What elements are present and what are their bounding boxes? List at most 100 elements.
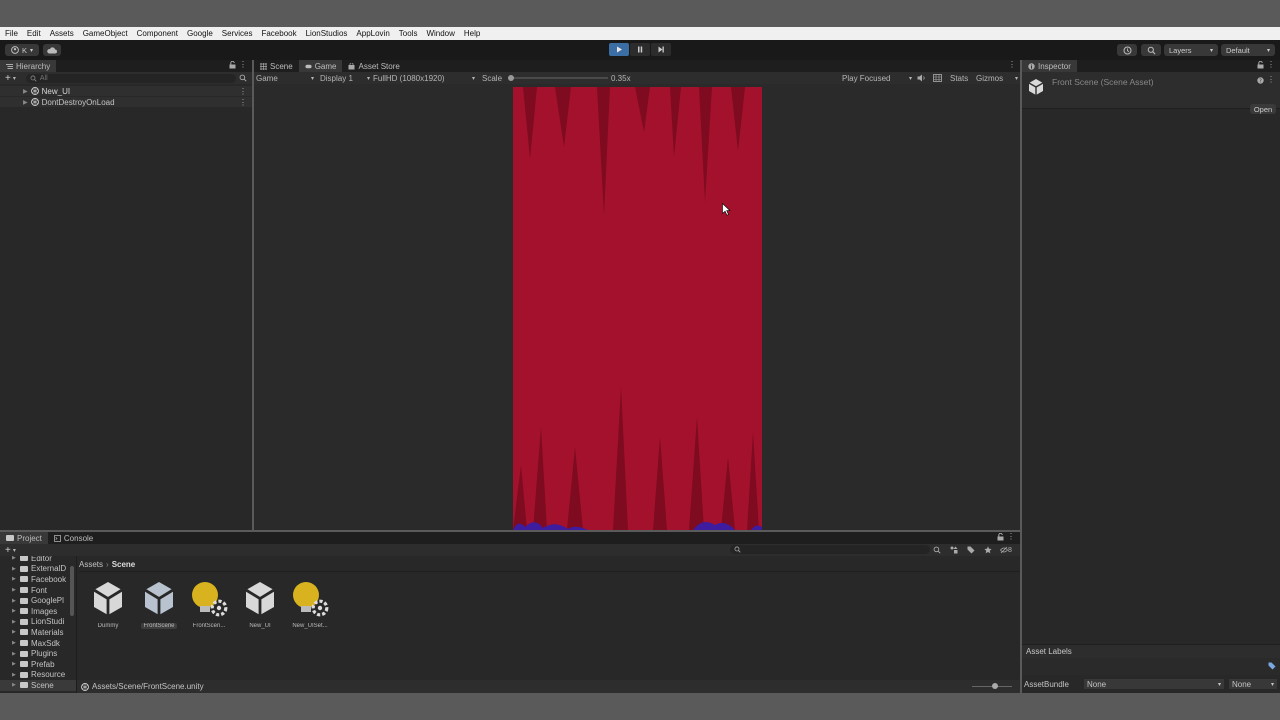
- more-icon[interactable]: ⋮: [1008, 60, 1016, 69]
- pause-button[interactable]: [630, 43, 650, 56]
- expand-arrow-icon[interactable]: ▶: [12, 556, 20, 561]
- favorite-icon[interactable]: [984, 546, 992, 554]
- folder-tree-item[interactable]: ▶ Resource: [0, 670, 76, 681]
- more-icon[interactable]: ⋮: [1007, 532, 1015, 541]
- asset-item[interactable]: Dummy: [85, 580, 131, 629]
- tab-project[interactable]: Project: [0, 532, 48, 544]
- expand-arrow-icon[interactable]: ▶: [23, 88, 28, 95]
- chevron-down-icon[interactable]: ▾: [13, 75, 16, 82]
- scene-search-icon[interactable]: [239, 74, 247, 82]
- menu-item-file[interactable]: File: [5, 29, 18, 38]
- hierarchy-item[interactable]: ▶ New_UI ⋮: [0, 86, 252, 96]
- expand-arrow-icon[interactable]: ▶: [12, 587, 20, 593]
- history-button[interactable]: [1117, 44, 1137, 56]
- tag-icon[interactable]: [1268, 662, 1276, 670]
- add-icon[interactable]: +: [5, 545, 11, 556]
- more-icon[interactable]: ⋮: [239, 98, 247, 107]
- scale-slider[interactable]: [508, 75, 608, 81]
- open-button[interactable]: Open: [1250, 104, 1276, 114]
- step-button[interactable]: [651, 43, 671, 56]
- tab-asset-store[interactable]: Asset Store: [342, 60, 405, 72]
- play-focused-dropdown[interactable]: Play Focused ▾: [842, 72, 912, 84]
- layers-dropdown[interactable]: Layers ▾: [1164, 44, 1218, 56]
- menu-item-edit[interactable]: Edit: [27, 29, 41, 38]
- tab-game[interactable]: Game: [298, 60, 343, 72]
- expand-arrow-icon[interactable]: ▶: [12, 566, 20, 572]
- expand-arrow-icon[interactable]: ▶: [12, 661, 20, 667]
- folder-tree-item[interactable]: ▶ Images: [0, 606, 76, 617]
- asset-item[interactable]: New_UISet...: [287, 580, 333, 629]
- hierarchy-search-input[interactable]: All: [25, 73, 236, 83]
- folder-tree-item[interactable]: ▶ GooglePl: [0, 595, 76, 606]
- more-icon[interactable]: ⋮: [239, 60, 247, 69]
- grid-icon[interactable]: [933, 74, 942, 82]
- search-button[interactable]: [1141, 44, 1161, 56]
- menu-item-facebook[interactable]: Facebook: [261, 29, 296, 38]
- display-dropdown[interactable]: Display 1 ▾: [320, 72, 370, 84]
- folder-tree-item[interactable]: ▶ Editor: [0, 556, 76, 564]
- icon-size-slider-thumb[interactable]: [992, 683, 998, 689]
- more-icon[interactable]: ⋮: [239, 87, 247, 96]
- tab-scene[interactable]: Scene: [254, 60, 299, 72]
- expand-arrow-icon[interactable]: ▶: [12, 629, 20, 635]
- folder-tree-item[interactable]: ▶ Materials: [0, 627, 76, 638]
- menu-item-lionstudios[interactable]: LionStudios: [306, 29, 348, 38]
- assetbundle-variant-dropdown[interactable]: None ▾: [1229, 679, 1277, 689]
- game-render[interactable]: [513, 87, 762, 530]
- hidden-packages-toggle[interactable]: 8: [1000, 546, 1012, 554]
- menu-item-window[interactable]: Window: [426, 29, 454, 38]
- add-icon[interactable]: +: [5, 73, 11, 84]
- folder-tree-item[interactable]: ▶ LionStudi: [0, 617, 76, 628]
- expand-arrow-icon[interactable]: ▶: [12, 682, 20, 688]
- folder-tree-scrollbar[interactable]: [70, 566, 74, 616]
- folder-tree-item[interactable]: ▶ MaxSdk: [0, 638, 76, 649]
- assetbundle-dropdown[interactable]: None ▾: [1084, 679, 1224, 689]
- game-mode-dropdown[interactable]: Game ▾: [256, 72, 314, 84]
- asset-item[interactable]: FrontScene: [136, 580, 182, 629]
- menu-item-component[interactable]: Component: [137, 29, 178, 38]
- type-filter-icon[interactable]: [950, 546, 958, 554]
- more-icon[interactable]: ⋮: [1267, 75, 1275, 84]
- folder-tree-item[interactable]: ▶ Prefab: [0, 659, 76, 670]
- folder-tree-item[interactable]: ▶ Font: [0, 585, 76, 596]
- hierarchy-item[interactable]: ▶ DontDestroyOnLoad ⋮: [0, 97, 252, 107]
- folder-tree-item[interactable]: ▶ Scene: [0, 680, 76, 691]
- expand-arrow-icon[interactable]: ▶: [12, 640, 20, 646]
- folder-tree-item[interactable]: ▶ ExternalD: [0, 564, 76, 575]
- menu-item-applovin[interactable]: AppLovin: [356, 29, 389, 38]
- gizmos-dropdown[interactable]: Gizmos ▾: [976, 72, 1018, 84]
- lock-icon[interactable]: [229, 60, 236, 71]
- menu-item-assets[interactable]: Assets: [50, 29, 74, 38]
- menu-item-tools[interactable]: Tools: [399, 29, 418, 38]
- lock-icon[interactable]: [1257, 60, 1264, 71]
- icon-size-slider[interactable]: [972, 683, 1012, 689]
- expand-arrow-icon[interactable]: ▶: [12, 619, 20, 625]
- layout-dropdown[interactable]: Default ▾: [1221, 44, 1275, 56]
- chevron-down-icon[interactable]: ▾: [13, 547, 16, 554]
- expand-arrow-icon[interactable]: ▶: [12, 576, 20, 582]
- folder-tree-item[interactable]: ▶ Facebook: [0, 574, 76, 585]
- menu-item-help[interactable]: Help: [464, 29, 480, 38]
- cloud-button[interactable]: [43, 44, 61, 56]
- expand-arrow-icon[interactable]: ▶: [23, 99, 28, 106]
- play-button[interactable]: [609, 43, 629, 56]
- search-filter-icon[interactable]: [933, 546, 941, 554]
- menu-item-google[interactable]: Google: [187, 29, 213, 38]
- help-icon[interactable]: ?: [1257, 77, 1264, 86]
- breadcrumb-item[interactable]: Assets: [79, 560, 103, 569]
- expand-arrow-icon[interactable]: ▶: [12, 598, 20, 604]
- stats-button[interactable]: Stats: [950, 74, 968, 83]
- breadcrumb-item[interactable]: Scene: [112, 560, 136, 569]
- account-dropdown[interactable]: K ▾: [5, 44, 39, 56]
- expand-arrow-icon[interactable]: ▶: [12, 672, 20, 678]
- project-search-input[interactable]: [730, 545, 930, 554]
- scale-slider-thumb[interactable]: [508, 75, 514, 81]
- more-icon[interactable]: ⋮: [1267, 60, 1275, 69]
- tab-console[interactable]: Console: [48, 532, 99, 544]
- asset-item[interactable]: FrontScen...: [186, 580, 232, 629]
- folder-tree-item[interactable]: ▶ Plugins: [0, 648, 76, 659]
- tab-inspector[interactable]: Inspector: [1022, 60, 1077, 72]
- tab-hierarchy[interactable]: Hierarchy: [0, 60, 57, 72]
- speaker-icon[interactable]: [917, 74, 926, 82]
- lock-icon[interactable]: [997, 532, 1004, 543]
